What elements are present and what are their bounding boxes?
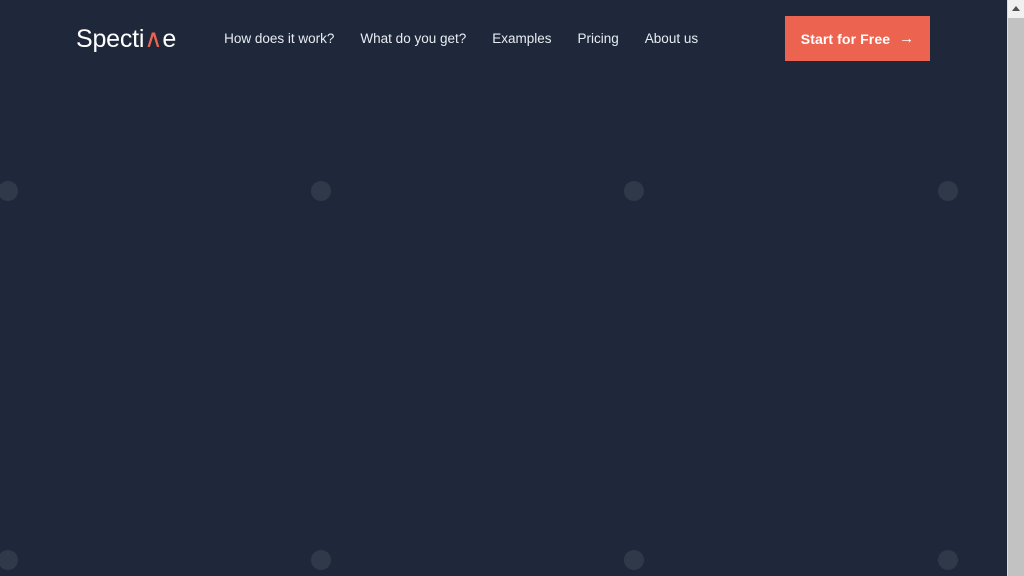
brand-logo[interactable]: Specti ∧ e — [76, 24, 177, 53]
vertical-scrollbar[interactable] — [1007, 0, 1024, 576]
brand-text-before: Specti — [76, 24, 145, 53]
brand-chevron-icon: ∧ — [144, 24, 163, 53]
arrow-right-icon: → — [899, 30, 915, 47]
main-nav: How does it work? What do you get? Examp… — [224, 32, 698, 46]
nav-item-about-us[interactable]: About us — [645, 32, 698, 46]
cta-label: Start for Free — [800, 30, 891, 47]
brand-text-after: e — [162, 24, 177, 53]
triangle-up-icon — [1012, 6, 1020, 11]
scroll-up-arrow-button[interactable] — [1008, 0, 1024, 17]
nav-item-how-does-it-work[interactable]: How does it work? — [224, 32, 334, 46]
nav-item-examples[interactable]: Examples — [492, 32, 551, 46]
start-for-free-button[interactable]: Start for Free → — [785, 16, 930, 61]
nav-item-what-do-you-get[interactable]: What do you get? — [360, 32, 466, 46]
scrollbar-thumb[interactable] — [1008, 18, 1024, 576]
nav-item-pricing[interactable]: Pricing — [578, 32, 619, 46]
page-content-area — [0, 78, 1007, 576]
site-header: Specti ∧ e How does it work? What do you g… — [0, 0, 1007, 78]
browser-viewport: Specti ∧ e How does it work? What do you g… — [0, 0, 1007, 576]
